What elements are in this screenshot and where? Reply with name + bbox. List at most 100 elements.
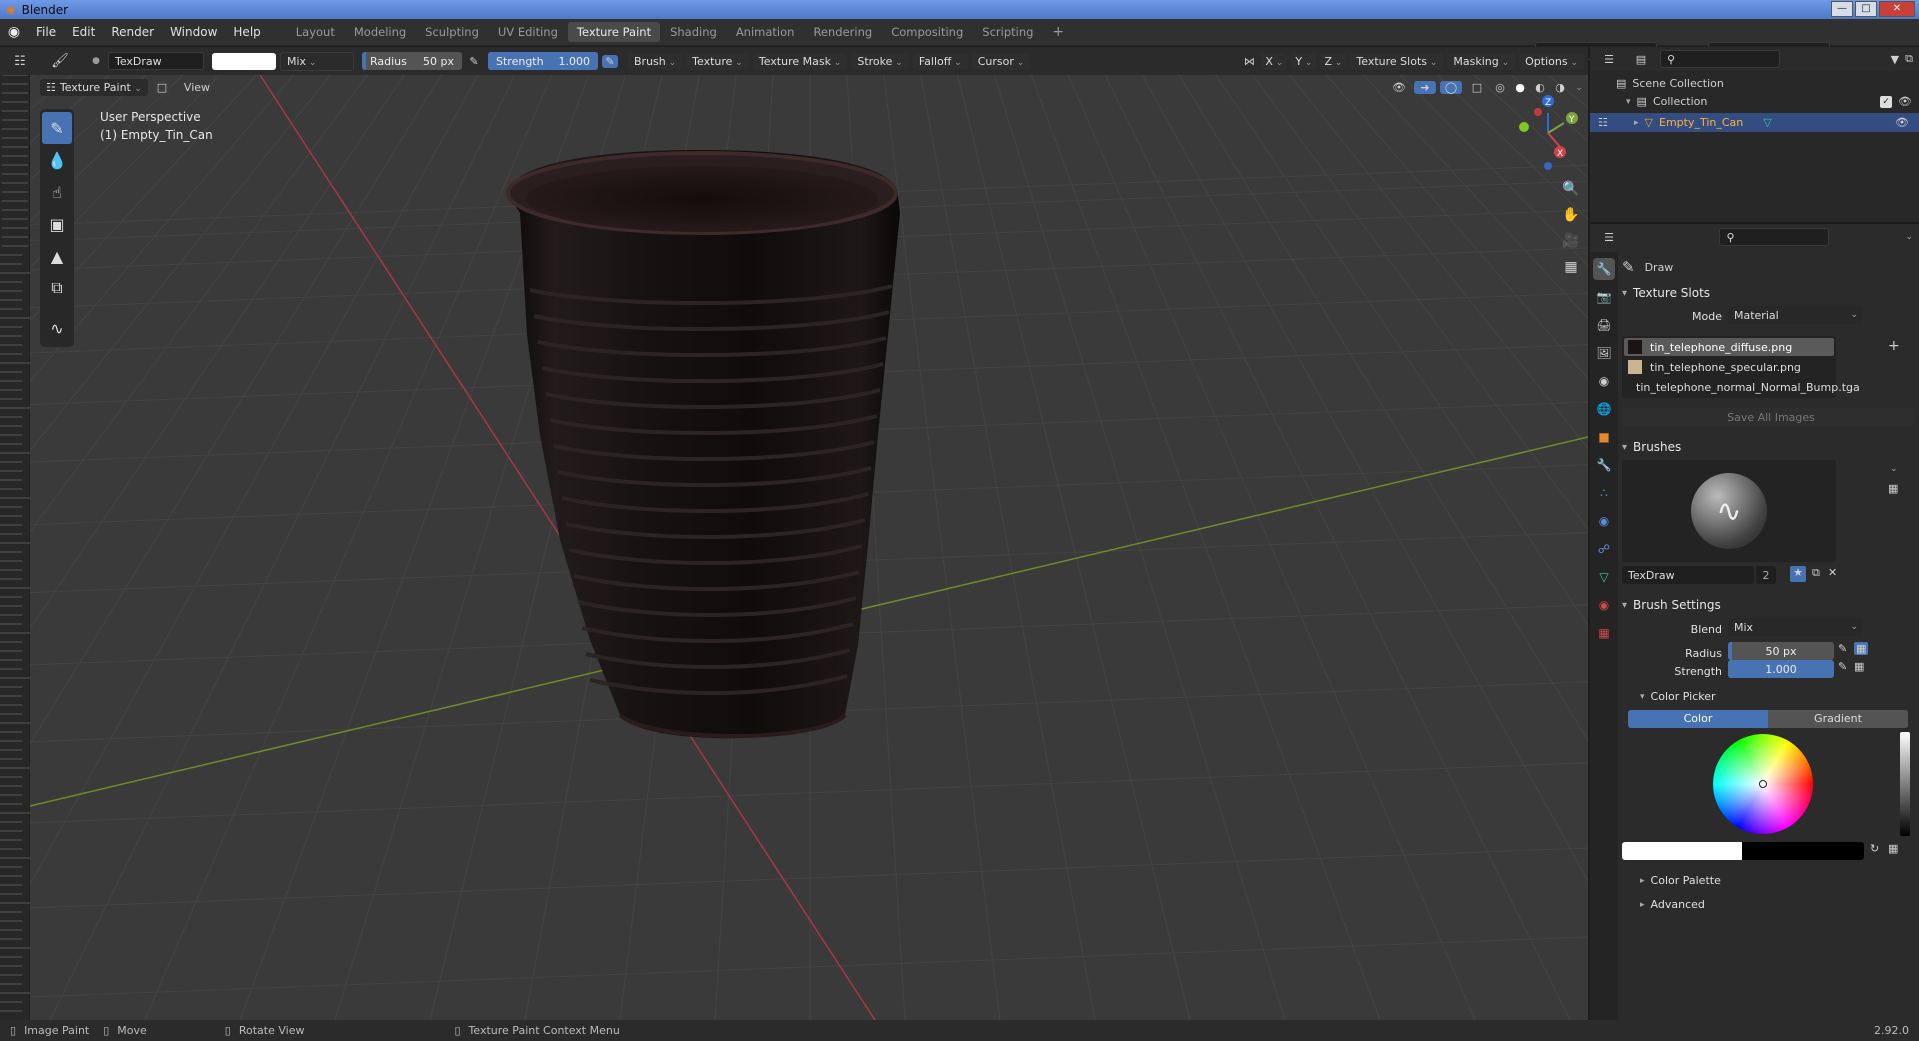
- paint-mode-icon[interactable]: ☷: [1598, 116, 1628, 129]
- tab-shading[interactable]: Shading: [661, 22, 726, 42]
- gizmo-neg-x[interactable]: [1534, 108, 1542, 116]
- overlays-toggle-icon[interactable]: ◯: [1440, 81, 1462, 94]
- tab-sculpting[interactable]: Sculpting: [416, 22, 488, 42]
- strength-pressure-icon[interactable]: ✎: [1838, 660, 1847, 673]
- new-collection-icon[interactable]: ⧉: [1905, 52, 1913, 66]
- draw-tool-icon[interactable]: ✎: [42, 112, 72, 144]
- exclude-checkbox[interactable]: ✓: [1880, 95, 1893, 108]
- eye-icon[interactable]: 👁: [1895, 116, 1909, 129]
- visibility-icon[interactable]: 👁: [1388, 81, 1410, 94]
- outliner-row-scene-collection[interactable]: ▤ Scene Collection: [1616, 77, 1724, 90]
- editor-type-icon[interactable]: ☷: [8, 54, 32, 69]
- blender-menu-icon[interactable]: ◉: [0, 24, 28, 40]
- blend-dropdown[interactable]: Mix ⌄: [1728, 618, 1862, 636]
- particles-tab-icon[interactable]: ∴: [1593, 482, 1615, 504]
- blend-mode-dropdown[interactable]: Mix: [280, 51, 354, 71]
- smear-tool-icon[interactable]: ☝: [42, 176, 72, 208]
- modifier-tab-icon[interactable]: 🔧: [1593, 454, 1615, 476]
- eye-icon[interactable]: 👁: [1898, 95, 1912, 108]
- strength-settings-slider[interactable]: 1.000: [1728, 660, 1834, 678]
- swap-colors-icon[interactable]: ↻: [1870, 842, 1879, 855]
- color-tab[interactable]: Color: [1628, 710, 1768, 728]
- stroke-menu[interactable]: Stroke: [851, 52, 909, 70]
- texture-menu[interactable]: Texture: [686, 52, 749, 70]
- gizmo-toggle-icon[interactable]: ➜: [1414, 81, 1436, 94]
- color-options-icon[interactable]: ▦: [1888, 842, 1898, 855]
- zoom-view-icon[interactable]: 🔍: [1558, 177, 1584, 201]
- material-tab-icon[interactable]: ◉: [1593, 594, 1615, 616]
- color-palette-subpanel-header[interactable]: ▸ Color Palette: [1640, 874, 1721, 887]
- expand-arrow-icon[interactable]: ▾: [1626, 97, 1631, 107]
- soften-tool-icon[interactable]: 💧: [42, 144, 72, 176]
- tab-rendering[interactable]: Rendering: [804, 22, 881, 42]
- texture-tab-icon[interactable]: ▦: [1593, 622, 1615, 644]
- falloff-menu[interactable]: Falloff: [912, 52, 968, 70]
- view-menu[interactable]: View: [176, 81, 218, 94]
- pan-view-icon[interactable]: ✋: [1558, 203, 1584, 227]
- tab-uv-editing[interactable]: UV Editing: [489, 22, 567, 42]
- symmetry-z-toggle[interactable]: Z: [1320, 52, 1347, 70]
- ortho-toggle-icon[interactable]: ▦: [1558, 255, 1584, 279]
- properties-search-input[interactable]: ⚲: [1719, 228, 1830, 246]
- texture-mask-menu[interactable]: Texture Mask: [752, 52, 848, 70]
- add-slot-icon[interactable]: +: [1888, 338, 1900, 354]
- expand-arrow-icon[interactable]: ▸: [1634, 118, 1639, 128]
- menu-render[interactable]: Render: [103, 25, 162, 39]
- texture-slots-menu[interactable]: Texture Slots: [1350, 52, 1444, 70]
- secondary-color-swatch[interactable]: [1742, 842, 1864, 860]
- brush-preview[interactable]: ∿: [1622, 460, 1836, 562]
- symmetry-icon[interactable]: ⋈: [1241, 55, 1257, 68]
- tab-texture-paint[interactable]: Texture Paint: [567, 22, 661, 42]
- brush-list-chevron-icon[interactable]: ⌄: [1890, 464, 1898, 474]
- 3d-viewport[interactable]: ☷Texture Paint □ View 👁 ➜ ◯ □ ◎ ● ◐ ◑ ⌄ …: [30, 75, 1588, 1020]
- tab-compositing[interactable]: Compositing: [882, 22, 972, 42]
- menu-help[interactable]: Help: [225, 25, 268, 39]
- output-tab-icon[interactable]: 🖨: [1593, 314, 1615, 336]
- texture-slots-panel-header[interactable]: Texture Slots: [1622, 282, 1914, 304]
- save-all-images-button[interactable]: Save All Images: [1622, 408, 1914, 426]
- duplicate-brush-icon[interactable]: ⧉: [1812, 566, 1820, 580]
- world-tab-icon[interactable]: 🌐: [1593, 398, 1615, 420]
- object-tab-icon[interactable]: ■: [1593, 426, 1615, 448]
- display-mode-icon[interactable]: ▤: [1628, 53, 1654, 66]
- paint-mask-icon[interactable]: □: [153, 79, 170, 96]
- texture-slot-row[interactable]: tin_telephone_specular.png: [1624, 358, 1834, 376]
- strength-slider[interactable]: Strength 1.000: [488, 52, 598, 70]
- outliner-search-input[interactable]: ⚲: [1660, 50, 1780, 68]
- radius-pressure-icon[interactable]: ✎: [466, 55, 482, 68]
- outliner-editor-icon[interactable]: ☰: [1596, 53, 1622, 66]
- viewport-canvas[interactable]: [30, 75, 1588, 1020]
- shading-options-icon[interactable]: ⌄: [1572, 83, 1586, 93]
- minimize-button[interactable]: —: [1831, 1, 1853, 17]
- fake-user-icon[interactable]: ★: [1790, 566, 1806, 582]
- camera-view-icon[interactable]: 🎥: [1558, 229, 1584, 253]
- brush-name-field[interactable]: TexDraw: [108, 52, 204, 70]
- radius-pressure-icon[interactable]: ✎: [1838, 642, 1847, 655]
- tab-layout[interactable]: Layout: [287, 22, 344, 42]
- tab-scripting[interactable]: Scripting: [973, 22, 1042, 42]
- texture-slot-row[interactable]: tin_telephone_normal_Normal_Bump.tga: [1624, 378, 1860, 396]
- properties-editor-icon[interactable]: ☰: [1596, 231, 1622, 244]
- fill-tool-icon[interactable]: ▲: [42, 240, 72, 272]
- brushes-panel-header[interactable]: Brushes: [1622, 436, 1914, 458]
- radius-unit-icon[interactable]: ▦: [1854, 642, 1869, 655]
- gradient-tab[interactable]: Gradient: [1768, 710, 1908, 728]
- data-tab-icon[interactable]: ▽: [1593, 566, 1615, 588]
- filter-icon[interactable]: ▼: [1891, 53, 1899, 66]
- brush-users-count[interactable]: 2: [1756, 566, 1776, 584]
- options-menu[interactable]: Options: [1519, 52, 1584, 70]
- strength-pressure-icon[interactable]: ✎: [602, 54, 618, 68]
- shading-wireframe-icon[interactable]: ◎: [1492, 81, 1508, 94]
- strength-lock-icon[interactable]: ▦: [1854, 660, 1864, 673]
- brush-browse-icon[interactable]: ●: [88, 56, 104, 66]
- brush-tool-icon[interactable]: 🖌: [46, 53, 74, 69]
- outliner-row-collection[interactable]: ▾ ▤ Collection ✓ 👁: [1626, 95, 1916, 108]
- view-layer-tab-icon[interactable]: 🖼: [1593, 342, 1615, 364]
- mode-dropdown[interactable]: ☷ Texture Paint: [40, 79, 148, 96]
- primary-color-swatch[interactable]: [1622, 842, 1742, 860]
- render-tab-icon[interactable]: 📷: [1593, 286, 1615, 308]
- radius-slider[interactable]: Radius 50 px: [362, 52, 462, 70]
- brush-menu[interactable]: Brush: [628, 52, 683, 70]
- mask-tool-icon[interactable]: ⧉: [42, 272, 72, 304]
- symmetry-y-toggle[interactable]: Y: [1291, 52, 1317, 70]
